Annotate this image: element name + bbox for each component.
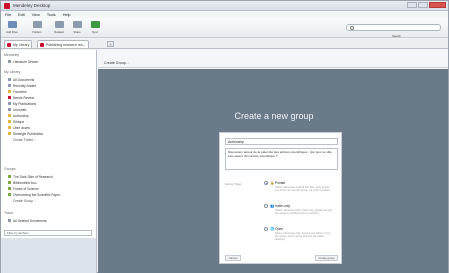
app-window: Mendeley Desktop File Edit View Tools He…: [0, 0, 449, 273]
trash-icon: [8, 219, 11, 222]
share-icon: [72, 21, 82, 28]
title-bar: Mendeley Desktop: [1, 1, 448, 11]
window-controls: [407, 2, 446, 8]
window-title: Mendeley Desktop: [13, 3, 51, 8]
mendeley-logo-icon: [4, 3, 10, 9]
group-name-input[interactable]: Authorship: [225, 138, 338, 145]
sidebar-item-my-publications[interactable]: My Publications: [8, 101, 36, 106]
content-header-title: Create Group...: [104, 61, 129, 65]
sync-button[interactable]: Sync: [87, 20, 103, 35]
sidebar: Mendeley Literature Search My Library Al…: [1, 50, 97, 273]
invite-only-description: Share references only. Invite only: peop…: [275, 209, 333, 216]
needs-review-icon: [8, 96, 11, 99]
new-tab-button[interactable]: +: [107, 41, 114, 47]
group-type-label: Group Type:: [225, 182, 242, 186]
folder-icon: [8, 132, 11, 135]
private-radio[interactable]: [264, 181, 268, 185]
tab-bar: My Library Publishing research res... +: [1, 39, 448, 49]
sidebar-item-favorites[interactable]: Favorites: [8, 89, 27, 94]
lock-icon: 🔒: [270, 181, 275, 185]
share-button[interactable]: Share: [69, 20, 85, 35]
add-files-button[interactable]: Add Files: [4, 20, 20, 35]
tab-my-library[interactable]: My Library: [4, 40, 33, 48]
sidebar-footer-panel: [1, 238, 96, 273]
sidebar-item-recently-added[interactable]: Recently Added: [8, 83, 36, 88]
invite-only-title: Invite-only: [275, 204, 291, 208]
my-publications-icon: [8, 102, 11, 105]
folders-button[interactable]: Folders: [29, 20, 45, 35]
folder-icon: [8, 126, 11, 129]
globe-icon: 🌐: [270, 227, 275, 231]
sidebar-heading-trash: Trash: [4, 211, 13, 215]
group-description-input[interactable]: Discussion autour de la paternité des ar…: [225, 148, 338, 170]
sync-icon: [90, 21, 100, 28]
maximize-button[interactable]: [418, 2, 428, 8]
menu-edit[interactable]: Edit: [18, 13, 25, 17]
sidebar-item-needs-review[interactable]: Needs Review: [8, 95, 34, 100]
cancel-button[interactable]: Cancel: [225, 255, 241, 261]
sidebar-item-all-deleted[interactable]: All Deleted Documents: [8, 218, 47, 223]
sidebar-item-unsorted[interactable]: Unsorted: [8, 107, 26, 112]
sidebar-item-all-documents[interactable]: All Documents: [8, 77, 34, 82]
menu-file[interactable]: File: [5, 13, 11, 17]
close-button[interactable]: [429, 2, 446, 8]
folder-icon: [8, 114, 11, 117]
sidebar-item-group-future-science[interactable]: Future of Science: [8, 186, 39, 191]
menu-help[interactable]: Help: [63, 13, 71, 17]
minimize-button[interactable]: [407, 2, 417, 8]
recently-added-icon: [8, 84, 11, 87]
group-icon: [8, 187, 11, 190]
related-icon: [54, 21, 64, 28]
related-button[interactable]: Related: [51, 20, 67, 35]
group-icon: [8, 175, 11, 178]
search-label: Search: [392, 34, 401, 38]
sidebar-heading-groups: Groups: [4, 167, 16, 171]
create-folder-link[interactable]: Create Folder...: [13, 137, 36, 142]
favorites-icon: [8, 90, 11, 93]
open-title: Open: [275, 227, 284, 231]
publishing-tab-icon: [40, 42, 44, 47]
open-radio[interactable]: [264, 227, 268, 231]
group-icon: [8, 193, 11, 196]
create-group-button[interactable]: Create group: [315, 255, 338, 261]
literature-search-icon: [8, 60, 11, 63]
create-group-heading: Create a new group: [234, 111, 314, 121]
menu-tools[interactable]: Tools: [47, 13, 56, 17]
folder-icon: [8, 120, 11, 123]
sidebar-item-ethique[interactable]: Ethique: [8, 119, 24, 124]
folders-icon: [32, 21, 42, 28]
sidebar-item-strategie-publication[interactable]: Stratégie Publication: [8, 131, 43, 136]
private-description: Share references and full-text files. On…: [275, 186, 331, 193]
sidebar-item-literature-search[interactable]: Literature Search: [8, 59, 38, 64]
library-tab-icon: [7, 42, 11, 47]
content-header: Create Group...: [98, 50, 448, 68]
sidebar-item-group-overcoming[interactable]: Overcoming the Scientific Paper: [8, 192, 60, 197]
filter-select[interactable]: Filter by Authors: [4, 230, 92, 236]
sidebar-item-libre-acces[interactable]: Libre accès: [8, 125, 30, 130]
group-icon: [8, 181, 11, 184]
search-input[interactable]: [346, 24, 441, 31]
open-description: Share references only. Anyone can follow…: [275, 232, 331, 242]
sidebar-item-group-bibliometrie[interactable]: Bibliométrie bcu: [8, 180, 36, 185]
toolbar: Add Files Folders Related Share Sync Sea…: [1, 18, 448, 38]
search-icon: [350, 26, 354, 30]
create-group-form: Authorship Discussion autour de la pater…: [219, 132, 342, 264]
private-title: Private: [275, 181, 286, 185]
unsorted-icon: [8, 108, 11, 111]
menu-view[interactable]: View: [32, 13, 40, 17]
add-files-icon: [7, 21, 17, 28]
sidebar-heading-my-library: My Library: [4, 70, 21, 74]
all-documents-icon: [8, 78, 11, 81]
sidebar-heading-mendeley: Mendeley: [4, 53, 20, 57]
people-icon: 👥: [270, 204, 275, 208]
main-panel: Create a new group Authorship Discussion…: [98, 69, 448, 273]
invite-only-radio[interactable]: [264, 204, 268, 208]
menu-bar: File Edit View Tools Help: [1, 11, 448, 18]
sidebar-item-group-dark-side[interactable]: The Dark Side of Research: [8, 174, 53, 179]
tab-publishing-research[interactable]: Publishing research res...: [37, 40, 89, 48]
sidebar-item-authorship[interactable]: Authorship: [8, 113, 29, 118]
create-group-link[interactable]: Create Group...: [13, 198, 36, 203]
